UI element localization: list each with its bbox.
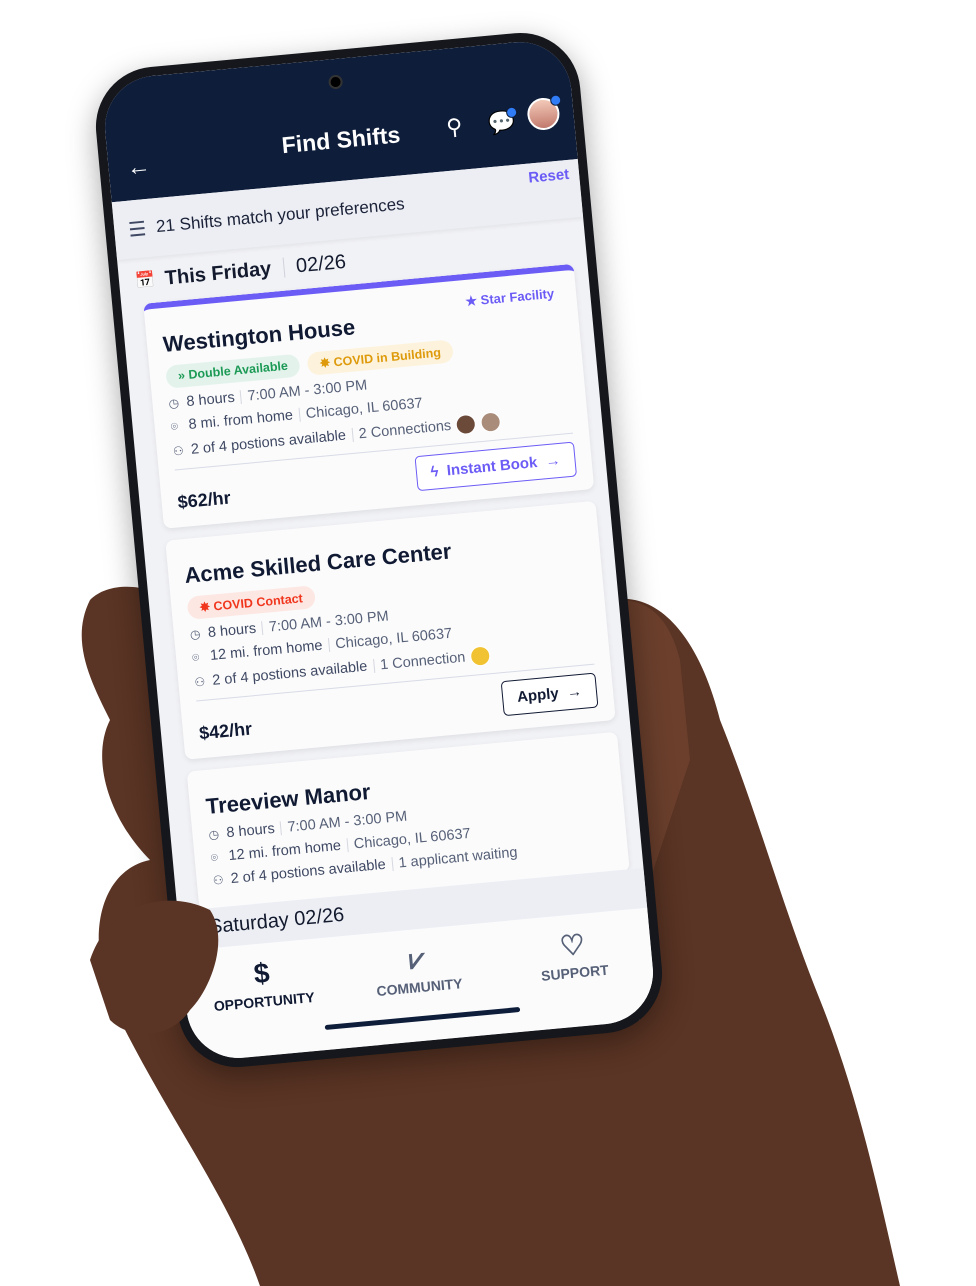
notification-dot [549, 94, 562, 107]
clock-icon: ◷ [207, 827, 220, 842]
arrow-right-icon: → [544, 451, 562, 471]
heart-icon: ♡ [558, 928, 587, 962]
people-icon: ⚇ [212, 872, 225, 888]
community-icon: ⩗ [407, 942, 427, 975]
pay-rate: $42/hr [198, 718, 253, 744]
connection-avatar [469, 645, 492, 667]
clock-icon: ◷ [167, 395, 180, 411]
shift-positions: 2 of 4 postions available [211, 658, 369, 689]
shift-distance: 12 mi. from home [209, 637, 324, 665]
clock-icon: ◷ [189, 626, 202, 642]
applicants-waiting: 1 applicant waiting [397, 844, 519, 872]
nav-community[interactable]: ⩗ COMMUNITY [351, 937, 489, 1047]
reset-button[interactable]: Reset [528, 166, 570, 187]
nav-opportunity[interactable]: $ OPPORTUNITY [195, 952, 333, 1062]
shift-time: 7:00 AM - 3:00 PM [268, 608, 390, 636]
filter-sliders-icon[interactable]: ☰ [127, 216, 147, 243]
match-summary: 21 Shifts match your preferences [155, 194, 406, 237]
date-label: 02/26 [295, 250, 347, 277]
shift-distance: 8 mi. from home [187, 407, 294, 434]
people-icon: ⚇ [172, 443, 185, 459]
apply-button[interactable]: Apply → [500, 672, 599, 717]
shift-distance: 12 mi. from home [227, 837, 342, 865]
location-pin-icon: ⌾ [170, 418, 179, 434]
shift-time: 7:00 AM - 3:00 PM [246, 377, 368, 405]
shift-hours: 8 hours [225, 820, 276, 842]
camera [327, 74, 344, 90]
connections: 1 Connection [379, 649, 467, 674]
shift-card[interactable]: Acme Skilled Care Center ✸ COVID Contact… [165, 500, 616, 760]
chat-icon[interactable]: 💬 [487, 106, 518, 139]
double-chevron-icon: » [177, 368, 186, 383]
phone: ← Find Shifts ⚲ 💬 ☰ 21 Shifts match your… [90, 27, 668, 1073]
arrow-right-icon: → [566, 682, 583, 702]
connection-avatar [455, 413, 477, 436]
star-icon: ★ [464, 292, 478, 309]
shift-location: Chicago, IL 60637 [305, 395, 424, 423]
instant-book-button[interactable]: ϟ Instant Book → [414, 441, 578, 492]
tag-double-available: » Double Available [165, 353, 301, 389]
connections: 2 Connections [358, 417, 452, 443]
calendar-icon: 📅 [134, 271, 156, 291]
tag-covid-contact: ✸ COVID Contact [186, 585, 316, 620]
search-icon[interactable]: ⚲ [445, 112, 475, 142]
shift-positions: 2 of 4 postions available [190, 427, 347, 458]
people-icon: ⚇ [193, 674, 206, 690]
shift-card[interactable]: ★ Star Facility Westington House » Doubl… [143, 263, 595, 529]
lightning-icon: ϟ [429, 463, 440, 481]
pay-rate: $62/hr [176, 487, 232, 513]
nav-support[interactable]: ♡ SUPPORT [506, 923, 644, 1033]
shift-time: 7:00 AM - 3:00 PM [286, 808, 408, 836]
shift-location: Chicago, IL 60637 [353, 825, 472, 853]
shift-hours: 8 hours [207, 620, 257, 642]
day-label: This Friday [163, 257, 273, 290]
shift-hours: 8 hours [185, 389, 236, 411]
location-pin-icon: ⌾ [210, 849, 219, 865]
location-pin-icon: ⌾ [191, 649, 200, 665]
virus-icon: ✸ [319, 355, 331, 371]
virus-icon: ✸ [198, 599, 211, 615]
app-screen: ← Find Shifts ⚲ 💬 ☰ 21 Shifts match your… [100, 37, 658, 1063]
connection-avatar [480, 411, 502, 433]
shift-location: Chicago, IL 60637 [334, 625, 453, 653]
